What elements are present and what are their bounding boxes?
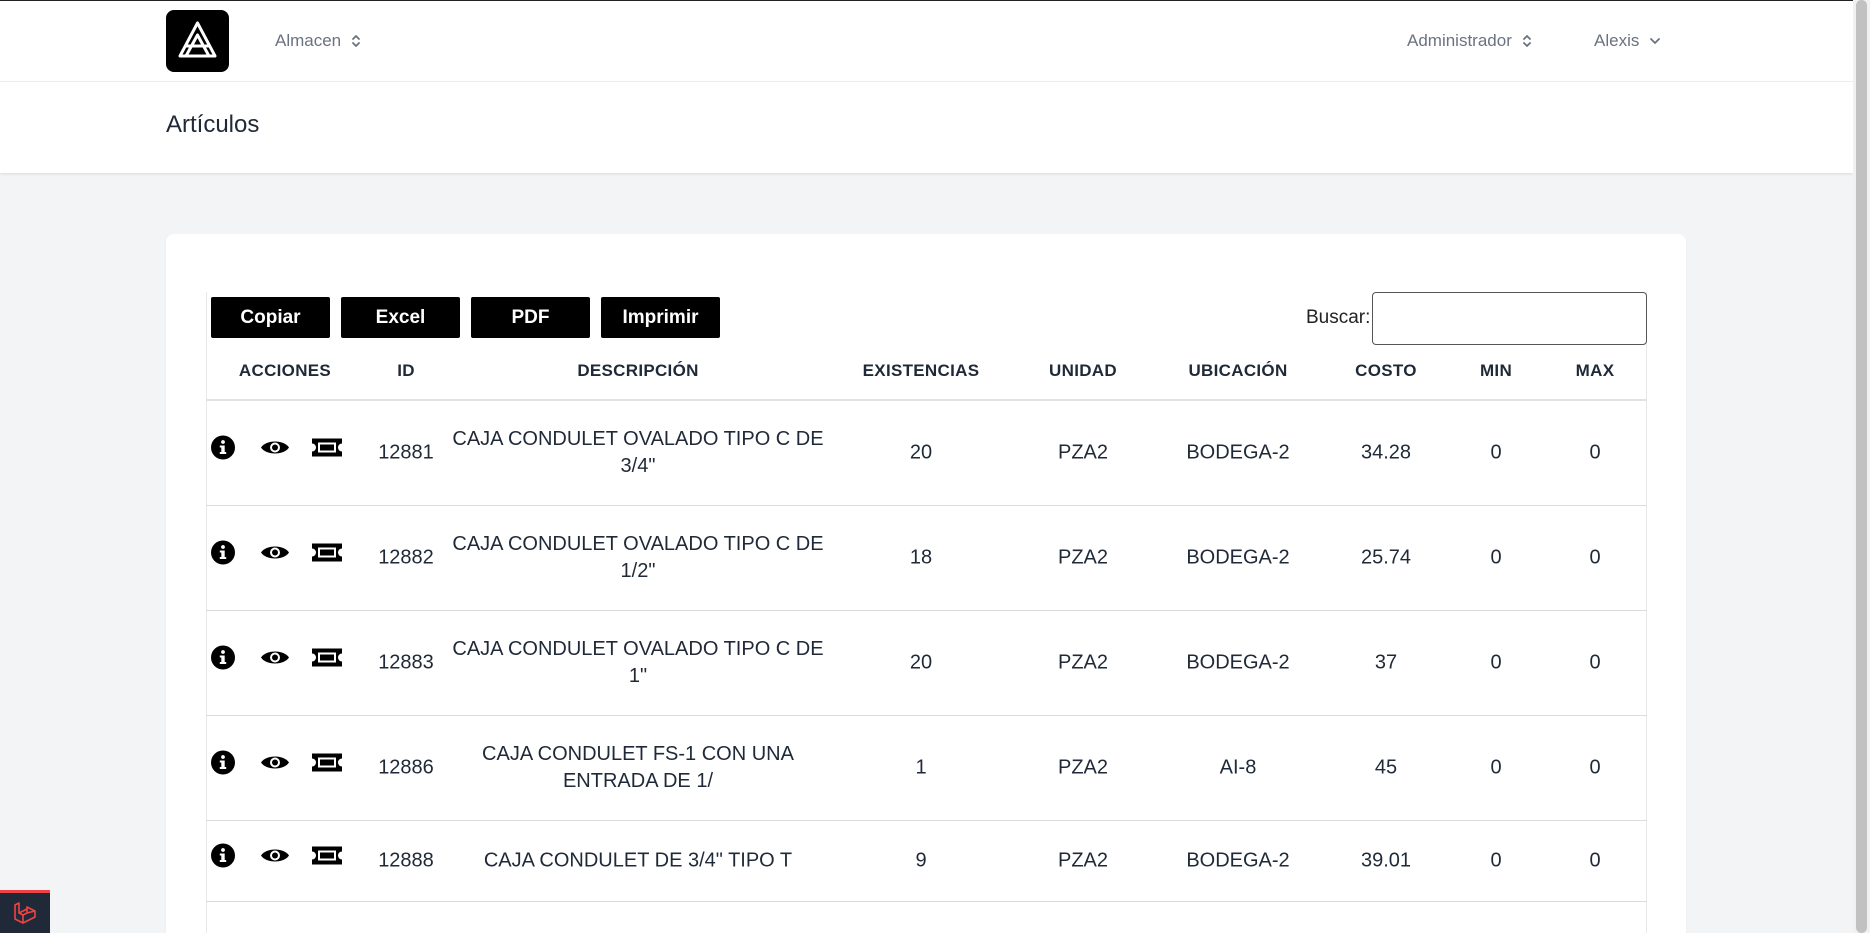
cell-max: 0	[1589, 546, 1601, 569]
cell-id: 12883	[378, 651, 434, 674]
cell-existencias: 1	[915, 756, 927, 779]
cell-min: 0	[1490, 546, 1502, 569]
info-icon[interactable]	[210, 435, 236, 466]
cell-ubicacion: AI-8	[1219, 756, 1257, 779]
almacen-dropdown[interactable]: Almacen	[275, 31, 361, 51]
cell-unidad: PZA2	[1057, 756, 1109, 779]
search-input[interactable]	[1372, 292, 1647, 345]
column-header-8[interactable]: MAX	[1576, 361, 1615, 381]
cell-min: 0	[1490, 756, 1502, 779]
ticket-icon[interactable]	[311, 437, 343, 464]
column-header-6[interactable]: COSTO	[1355, 361, 1417, 381]
column-header-5[interactable]: UBICACIÓN	[1188, 361, 1287, 381]
copy-button[interactable]: Copiar	[211, 297, 330, 338]
cell-max: 0	[1589, 756, 1601, 779]
cell-min: 0	[1490, 849, 1502, 872]
cell-existencias: 20	[909, 441, 933, 464]
cell-descripcion: CAJA CONDULET FS-1 CON UNA ENTRADA DE 1/	[482, 743, 794, 792]
eye-icon[interactable]	[260, 543, 290, 568]
cell-descripcion: CAJA CONDULET DE 3/4" TIPO T	[483, 849, 793, 872]
info-icon[interactable]	[210, 750, 236, 781]
cell-unidad: PZA2	[1057, 546, 1109, 569]
cell-max: 0	[1589, 849, 1601, 872]
cell-costo: 25.74	[1360, 546, 1412, 569]
excel-button[interactable]: Excel	[341, 297, 460, 338]
page-header: Artículos	[0, 82, 1853, 173]
cell-costo: 39.01	[1360, 849, 1412, 872]
info-icon[interactable]	[210, 540, 236, 571]
cell-existencias: 18	[909, 546, 933, 569]
cell-max: 0	[1589, 651, 1601, 674]
ticket-icon[interactable]	[311, 647, 343, 674]
cell-id: 12881	[378, 441, 434, 464]
cell-costo: 45	[1374, 756, 1398, 779]
column-header-2[interactable]: DESCRIPCIÓN	[577, 361, 698, 381]
cell-unidad: PZA2	[1057, 849, 1109, 872]
cell-unidad: PZA2	[1057, 441, 1109, 464]
cell-unidad: PZA2	[1057, 651, 1109, 674]
eye-icon[interactable]	[260, 648, 290, 673]
cell-existencias: 20	[909, 651, 933, 674]
role-dropdown-label: Administrador	[1407, 31, 1512, 50]
app-logo[interactable]	[166, 10, 229, 72]
cell-id: 12882	[378, 546, 434, 569]
page-title: Artículos	[166, 111, 260, 138]
chevron-up-down-icon	[352, 35, 361, 47]
user-dropdown[interactable]: Alexis	[1594, 31, 1661, 51]
search-label: Buscar:	[1306, 307, 1371, 328]
eye-icon[interactable]	[260, 846, 290, 871]
info-icon[interactable]	[210, 843, 236, 874]
eye-icon[interactable]	[260, 753, 290, 778]
cell-id: 12886	[378, 756, 434, 779]
cell-existencias: 9	[915, 849, 927, 872]
cell-descripcion: CAJA CONDULET OVALADO TIPO C DE 1/2"	[452, 533, 824, 582]
cell-ubicacion: BODEGA-2	[1186, 651, 1290, 674]
pdf-button[interactable]: PDF	[471, 297, 590, 338]
role-dropdown[interactable]: Administrador	[1407, 31, 1532, 51]
cell-descripcion: CAJA CONDULET OVALADO TIPO C DE 1"	[452, 638, 824, 687]
cell-ubicacion: BODEGA-2	[1186, 849, 1290, 872]
cell-ubicacion: BODEGA-2	[1186, 546, 1290, 569]
print-button[interactable]: Imprimir	[601, 297, 720, 338]
cell-costo: 37	[1374, 651, 1398, 674]
column-header-0[interactable]: ACCIONES	[239, 361, 331, 381]
cell-min: 0	[1490, 441, 1502, 464]
navbar: Almacen Administrador Alexis	[0, 1, 1853, 82]
ticket-icon[interactable]	[311, 542, 343, 569]
chevron-up-down-icon	[1522, 35, 1531, 47]
chevron-down-icon	[1650, 38, 1661, 44]
column-header-4[interactable]: UNIDAD	[1049, 361, 1117, 381]
user-dropdown-label: Alexis	[1594, 31, 1640, 50]
scrollbar-thumb[interactable]	[1856, 0, 1867, 933]
almacen-dropdown-label: Almacen	[275, 31, 342, 50]
info-icon[interactable]	[210, 645, 236, 676]
cell-descripcion: CAJA CONDULET OVALADO TIPO C DE 3/4"	[452, 428, 824, 477]
laravel-debugbar-toggle[interactable]	[0, 890, 50, 933]
column-header-7[interactable]: MIN	[1480, 361, 1512, 381]
column-header-3[interactable]: EXISTENCIAS	[863, 361, 980, 381]
eye-icon[interactable]	[260, 438, 290, 463]
ticket-icon[interactable]	[311, 845, 343, 872]
cell-min: 0	[1490, 651, 1502, 674]
cell-id: 12888	[378, 849, 434, 872]
cell-max: 0	[1589, 441, 1601, 464]
column-header-1[interactable]: ID	[397, 361, 415, 381]
laravel-icon	[14, 902, 36, 924]
cell-costo: 34.28	[1360, 441, 1412, 464]
ticket-icon[interactable]	[311, 752, 343, 779]
cell-ubicacion: BODEGA-2	[1186, 441, 1290, 464]
